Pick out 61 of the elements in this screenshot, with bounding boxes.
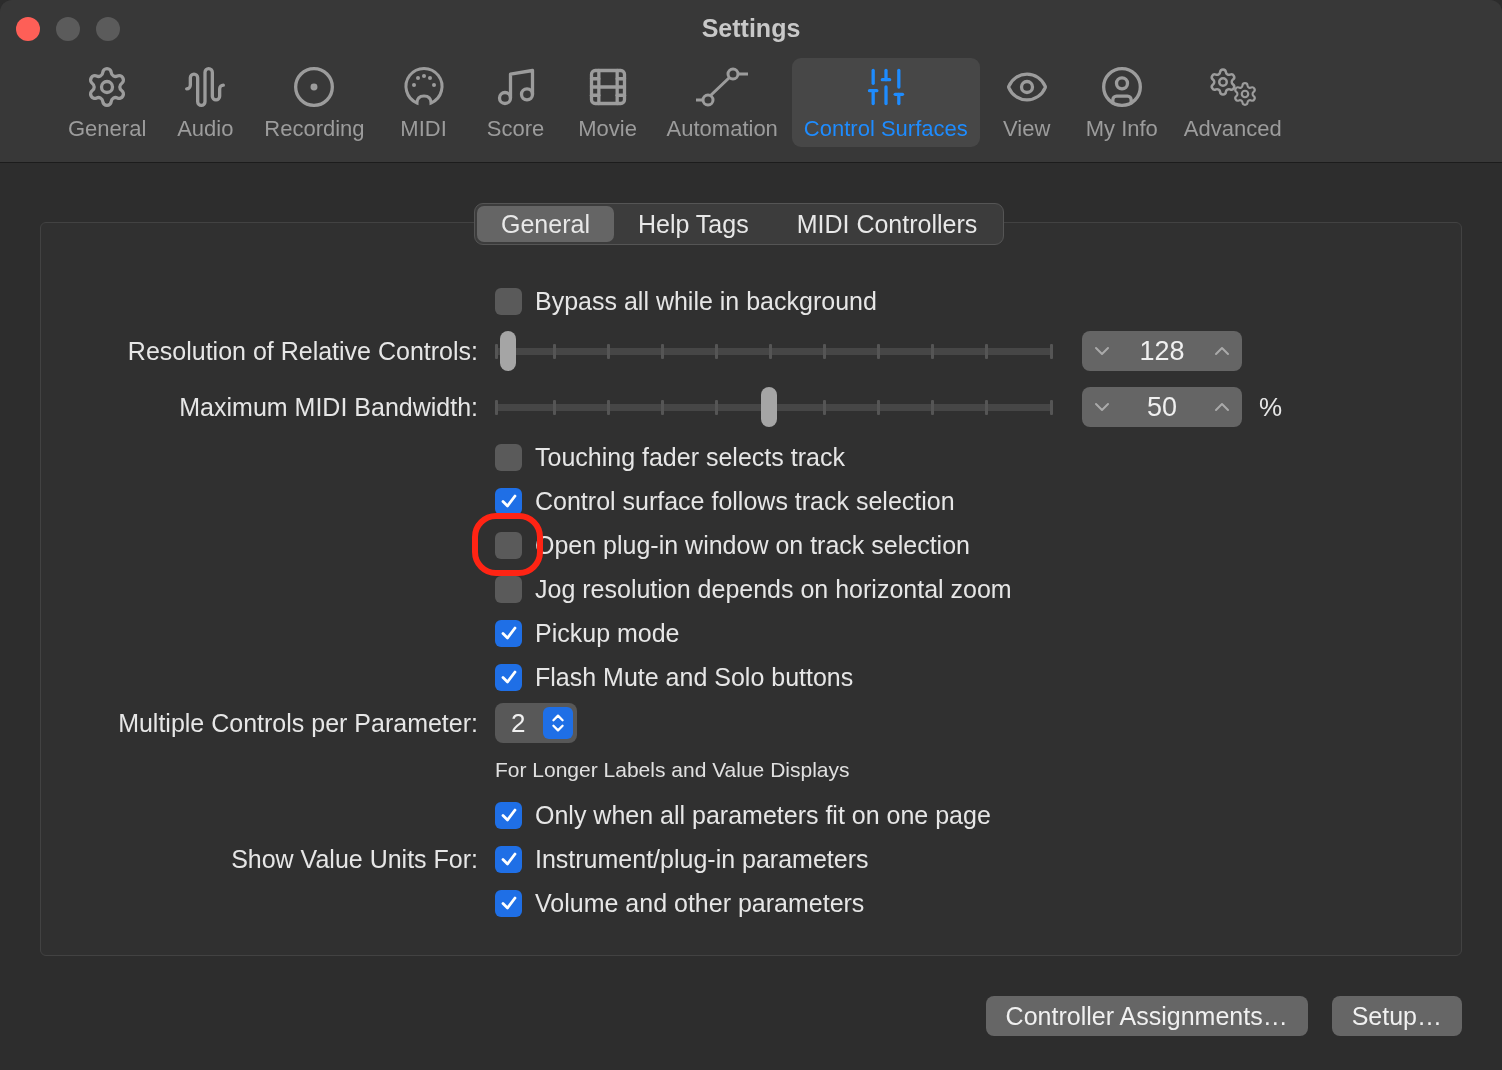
checkmark-icon bbox=[499, 624, 518, 642]
dialog-button[interactable]: Setup… bbox=[1331, 996, 1462, 1036]
checkbox-label: Only when all parameters fit on one page bbox=[535, 800, 991, 830]
waveform-icon bbox=[183, 65, 228, 109]
dialog-button[interactable]: Controller Assignments… bbox=[985, 996, 1308, 1036]
toolbar-tab[interactable]: Advanced bbox=[1171, 58, 1294, 147]
checkmark-icon bbox=[499, 492, 518, 510]
slider-thumb[interactable] bbox=[500, 331, 517, 371]
stepper-field[interactable]: 50 bbox=[1082, 387, 1242, 427]
field-label: Show Value Units For: bbox=[231, 844, 478, 874]
record-icon bbox=[292, 65, 337, 109]
toolbar-tab[interactable]: Automation bbox=[654, 58, 790, 147]
stepper-field[interactable]: 128 bbox=[1082, 331, 1242, 371]
toolbar-tab[interactable]: Movie bbox=[562, 58, 653, 147]
checkbox-label: Touching fader selects track bbox=[535, 442, 845, 472]
checkbox[interactable] bbox=[495, 487, 522, 515]
slider[interactable] bbox=[495, 331, 1053, 371]
checkbox-label: Flash Mute and Solo buttons bbox=[535, 662, 854, 692]
toolbar-tab[interactable]: Recording bbox=[252, 58, 377, 147]
toolbar-tab[interactable]: Control Surfaces bbox=[791, 58, 980, 147]
checkmark-icon bbox=[499, 668, 518, 686]
caption: For Longer Labels and Value Displays bbox=[495, 758, 850, 782]
slider[interactable] bbox=[495, 387, 1053, 427]
toolbar-tab[interactable]: General bbox=[56, 58, 159, 147]
segment-tab[interactable]: Help Tags bbox=[613, 206, 773, 242]
checkbox[interactable] bbox=[495, 889, 522, 917]
checkbox-label: Jog resolution depends on horizontal zoom bbox=[535, 574, 1012, 604]
checkbox[interactable] bbox=[495, 845, 522, 873]
checkmark-icon bbox=[499, 806, 518, 824]
checkmark-icon bbox=[499, 894, 518, 912]
close-button[interactable] bbox=[16, 17, 40, 41]
checkbox[interactable] bbox=[495, 619, 522, 647]
checkbox-label: Volume and other parameters bbox=[535, 888, 865, 918]
popup-button[interactable]: 2 bbox=[495, 703, 577, 743]
slider-thumb[interactable] bbox=[760, 387, 777, 427]
toolbar-tab[interactable]: My Info bbox=[1073, 58, 1170, 147]
checkbox-label: Bypass all while in background bbox=[535, 286, 877, 316]
segment-tab[interactable]: General bbox=[477, 206, 614, 242]
checkbox[interactable] bbox=[495, 443, 522, 471]
unit-label: % bbox=[1259, 391, 1283, 423]
field-label: Resolution of Relative Controls: bbox=[127, 336, 478, 366]
checkbox-label: Pickup mode bbox=[535, 618, 680, 648]
gears-icon bbox=[1207, 67, 1258, 107]
toolbar-tab[interactable]: Score bbox=[470, 58, 561, 147]
field-label: Multiple Controls per Parameter: bbox=[118, 708, 478, 738]
checkbox[interactable] bbox=[495, 287, 522, 315]
curve-node-icon bbox=[694, 67, 751, 107]
window-title: Settings bbox=[701, 14, 801, 42]
checkbox-label: Control surface follows track selection bbox=[535, 486, 955, 516]
checkbox[interactable] bbox=[495, 663, 522, 691]
toolbar-tab[interactable]: MIDI bbox=[378, 58, 469, 147]
user-icon bbox=[1099, 65, 1144, 109]
toolbar-tab[interactable]: Audio bbox=[160, 58, 251, 147]
field-label: Maximum MIDI Bandwidth: bbox=[179, 392, 478, 422]
toolbar-tab[interactable]: View bbox=[981, 58, 1072, 147]
segment-tab[interactable]: MIDI Controllers bbox=[772, 206, 1002, 242]
checkmark-icon bbox=[499, 850, 518, 868]
checkbox[interactable] bbox=[495, 801, 522, 829]
checkbox[interactable] bbox=[495, 531, 522, 559]
checkbox[interactable] bbox=[495, 575, 522, 603]
checkbox-label: Instrument/plug-in parameters bbox=[535, 844, 869, 874]
